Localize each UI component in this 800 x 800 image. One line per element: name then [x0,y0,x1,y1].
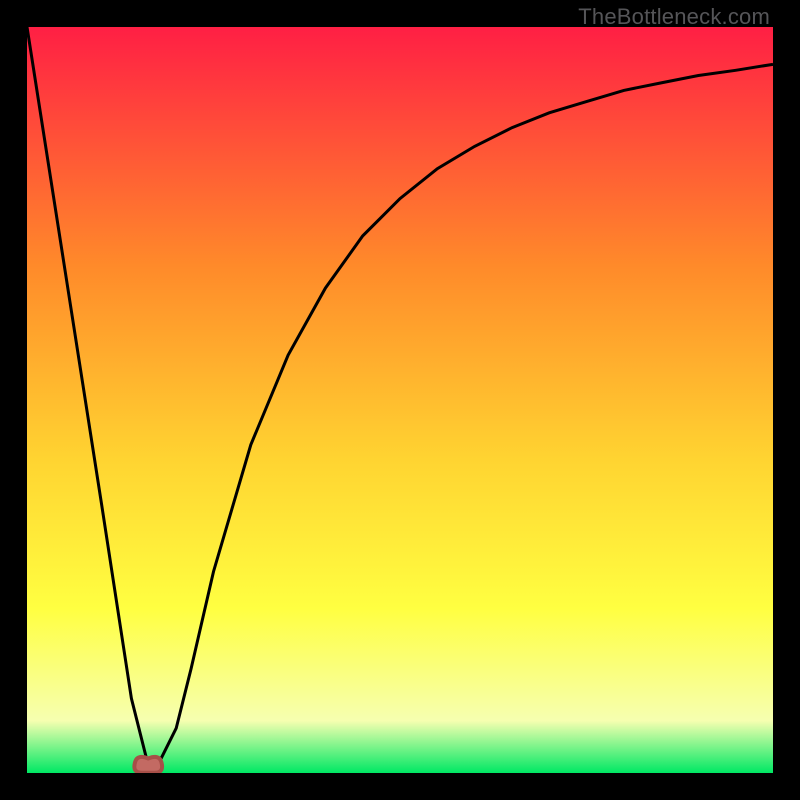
watermark-text: TheBottleneck.com [578,4,770,30]
plot-area [27,27,773,773]
chart-frame: TheBottleneck.com [0,0,800,800]
bottleneck-curve [27,27,773,773]
